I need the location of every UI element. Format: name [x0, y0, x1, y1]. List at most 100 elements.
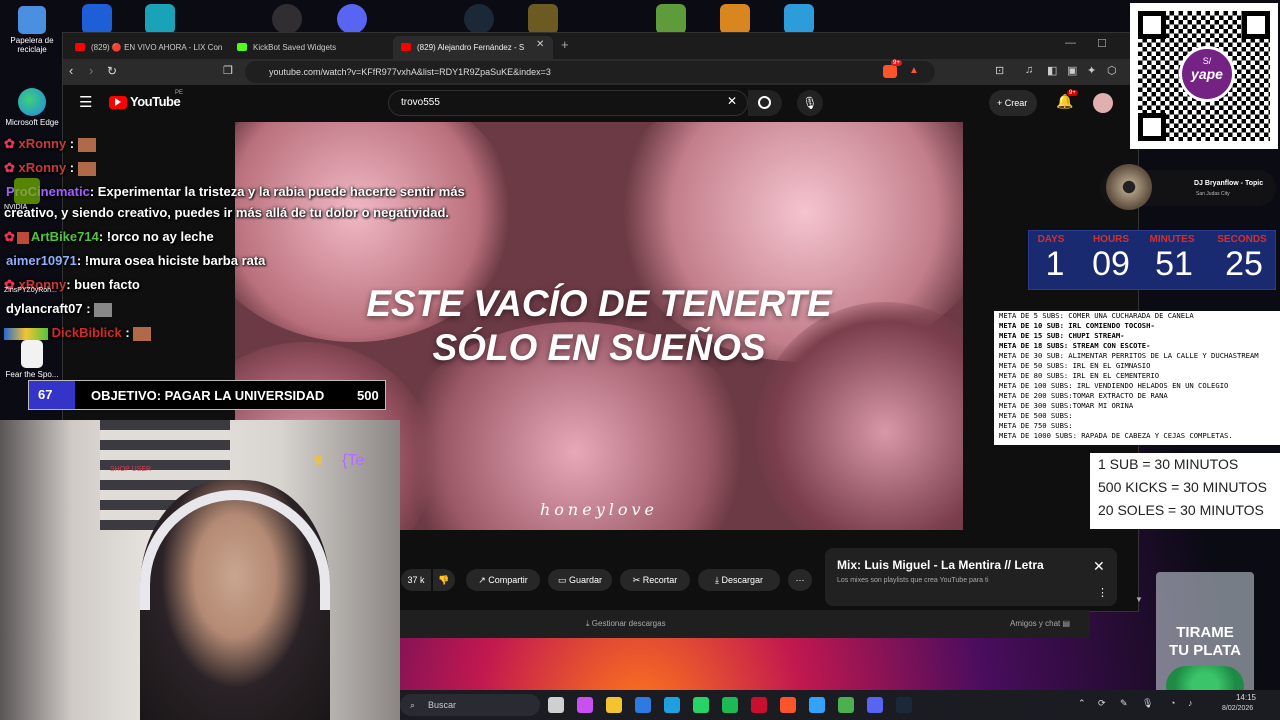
extensions-icon[interactable]: ✦	[1087, 64, 1096, 77]
voice-search-icon[interactable]: 🎙	[797, 90, 823, 116]
taskbar-app-icon[interactable]	[606, 697, 622, 713]
emote-icon	[77, 137, 96, 152]
url-field[interactable]: youtube.com/watch?v=KFfR977vxhA&list=RDY…	[245, 61, 935, 83]
play-glyph-icon	[115, 98, 121, 106]
save-button[interactable]: ▭ Guardar	[548, 569, 612, 591]
taskbar-app-icon[interactable]	[548, 697, 564, 713]
minimize-icon[interactable]: —	[1065, 37, 1076, 49]
download-button[interactable]: ⤓ Descargar	[698, 569, 780, 591]
file-icon[interactable]	[784, 4, 814, 34]
browser-bottom-bar: ⤓ Gestionar descargas Amigos y chat ▤	[400, 610, 1090, 638]
goal-line: META DE 1000 SUBS: RAPADA DE CABEZA Y CE…	[999, 431, 1233, 440]
rate-line: 500 KICKS = 30 MINUTOS	[1098, 479, 1267, 495]
mic-tray-icon[interactable]: 🎙	[1142, 698, 1153, 709]
back-icon[interactable]: ‹	[69, 63, 73, 78]
clear-search-icon[interactable]: ✕	[727, 94, 737, 108]
taskbar-search[interactable]: ⌕ Buscar	[400, 694, 540, 716]
vinyl-icon	[1106, 164, 1152, 210]
steam-icon[interactable]	[464, 4, 494, 34]
friends-chat[interactable]: Amigos y chat ▤	[1010, 619, 1070, 628]
share-icon: ↗	[478, 575, 489, 585]
taskbar-app-icon[interactable]	[693, 697, 709, 713]
scroll-down-icon[interactable]: ▼	[1135, 595, 1143, 604]
sidebar-icon[interactable]: ◧	[1047, 64, 1057, 77]
taskbar-app-icon[interactable]	[838, 697, 854, 713]
menu-icon[interactable]: ☰	[79, 93, 92, 111]
tab-live[interactable]: (829) 🔴 EN VIVO AHORA - LIX Con	[67, 36, 225, 59]
taskbar-app-icon[interactable]	[635, 697, 651, 713]
clip-button[interactable]: ✂ Recortar	[620, 569, 690, 591]
discord-icon[interactable]	[337, 4, 367, 34]
tray-chevron-icon[interactable]: ⌃	[1078, 698, 1086, 709]
lyric-line-1: ESTE VACÍO DE TENERTE	[366, 283, 832, 324]
goal-label: OBJETIVO: PAGAR LA UNIVERSIDAD	[91, 388, 325, 403]
taskbar-apps	[546, 690, 916, 720]
search-input[interactable]: trovo555	[388, 90, 748, 116]
tab-title: KickBot Saved Widgets	[253, 43, 337, 52]
clock-date[interactable]: 8/02/2026	[1222, 705, 1253, 712]
tray-icon[interactable]: ⟳	[1098, 698, 1106, 709]
taskbar-app-icon[interactable]	[809, 697, 825, 713]
downloads-manager[interactable]: ⤓ Gestionar descargas	[586, 619, 666, 629]
brave-shield-icon[interactable]	[883, 65, 897, 78]
mix-title[interactable]: Mix: Luis Miguel - La Mentira // Letra	[837, 558, 1044, 572]
timer-label-minutes: MINUTES	[1149, 234, 1195, 245]
nvidia-icon[interactable]	[14, 178, 40, 204]
taskbar-search-placeholder: Buscar	[428, 700, 457, 710]
taskbar-app-icon[interactable]	[896, 697, 912, 713]
like-button[interactable]: 37 k	[401, 569, 431, 591]
search-button[interactable]	[748, 90, 782, 116]
dislike-button[interactable]: 👎	[433, 569, 455, 591]
more-actions-icon[interactable]: ⋯	[788, 569, 812, 591]
scissors-icon: ✂	[632, 575, 643, 585]
edge-shortcut[interactable]: Microsoft Edge	[4, 88, 60, 127]
taskbar-app-icon[interactable]	[780, 697, 796, 713]
app-blue-icon[interactable]	[82, 4, 112, 34]
recycle-bin-shortcut[interactable]: Papelera de reciclaje	[4, 6, 60, 54]
bookmark-icon[interactable]: ❐	[223, 64, 233, 77]
music-icon[interactable]: ♫	[1025, 64, 1033, 76]
taskbar-app-icon[interactable]	[867, 697, 883, 713]
taskbar-app-icon[interactable]	[577, 697, 593, 713]
tab-kickbot[interactable]: KickBot Saved Widgets	[229, 36, 389, 59]
app-cyan-icon[interactable]	[145, 4, 175, 34]
volume-icon[interactable]: ♪	[1188, 698, 1193, 708]
screenshot-icon[interactable]: ⊡	[995, 64, 1004, 77]
obs-icon[interactable]	[272, 4, 302, 34]
wifi-icon[interactable]: ◔	[1170, 698, 1175, 708]
plus-icon: +	[997, 98, 1005, 108]
vpn-icon[interactable]: ⬡	[1107, 64, 1117, 77]
tab-active-video[interactable]: (829) Alejandro Fernández - S	[393, 36, 553, 59]
close-mix-icon[interactable]: ✕	[1093, 558, 1105, 575]
forward-icon[interactable]: ›	[89, 63, 93, 78]
fear-the-spotlight-shortcut[interactable]: Fear the Spo...	[4, 340, 60, 379]
chat-user: xRonny	[18, 160, 67, 175]
chat-badge-icon: ✿	[4, 160, 19, 175]
close-tab-icon[interactable]: ✕	[536, 39, 544, 50]
taskbar-app-icon[interactable]	[722, 697, 738, 713]
chat-icon: ▤	[1062, 619, 1071, 628]
timer-label-days: DAYS	[1037, 234, 1065, 245]
maximize-icon[interactable]: ☐	[1097, 37, 1107, 50]
chat-user: dylancraft07	[6, 301, 83, 316]
mix-menu-icon[interactable]: ⋮	[1097, 586, 1108, 599]
brave-rewards-icon[interactable]: ▲	[909, 65, 919, 76]
minecraft-icon[interactable]	[656, 4, 686, 34]
taskbar-app-icon[interactable]	[751, 697, 767, 713]
taskbar-app-icon[interactable]	[664, 697, 680, 713]
new-tab-icon[interactable]: +	[561, 37, 569, 52]
reload-icon[interactable]: ↻	[107, 64, 117, 78]
tray-icon[interactable]: ✎	[1120, 698, 1128, 709]
search-icon: ⌕	[410, 700, 416, 710]
share-button[interactable]: ↗ Compartir	[466, 569, 540, 591]
wallet-icon[interactable]: ▣	[1067, 64, 1077, 77]
chat-message: ✿ xRonny :	[4, 160, 96, 176]
clock-time[interactable]: 14:15	[1226, 693, 1256, 702]
avatar[interactable]	[1093, 93, 1113, 113]
goal-line: META DE 30 SUB: ALIMENTAR PERRITOS DE LA…	[999, 351, 1259, 360]
extension-badge: 9+	[891, 60, 902, 66]
game-icon[interactable]	[528, 4, 558, 34]
chat-text: : buen facto	[66, 277, 140, 292]
counter-strike-icon[interactable]	[720, 4, 750, 34]
create-button[interactable]: + Crear	[989, 90, 1037, 116]
